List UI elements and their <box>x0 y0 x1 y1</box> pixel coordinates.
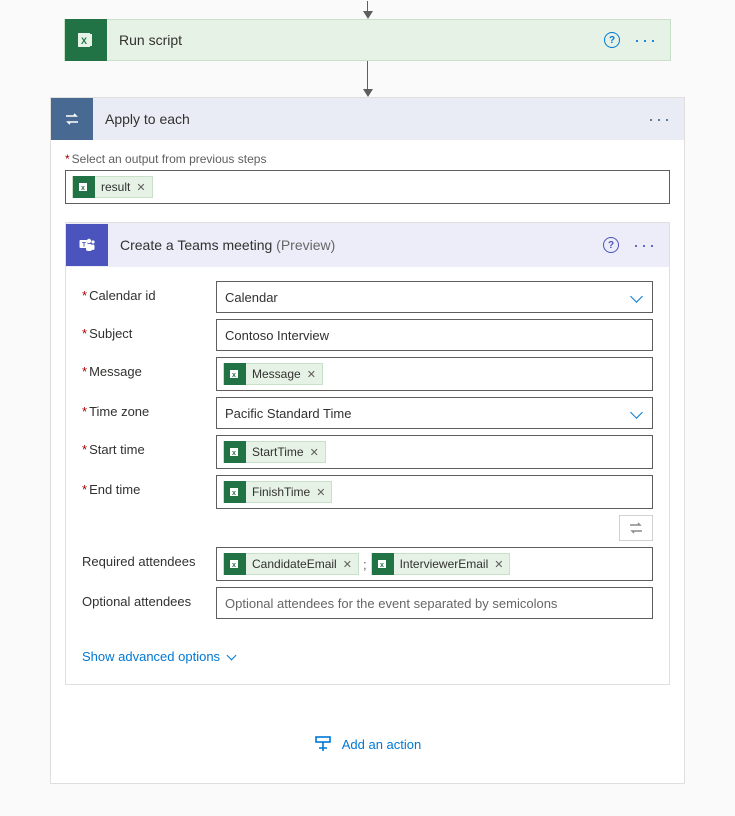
svg-text:x: x <box>232 562 236 569</box>
token-label: Message <box>252 367 301 381</box>
calendar-id-value: Calendar <box>225 290 278 305</box>
end-time-label: End time <box>89 482 140 497</box>
svg-text:X: X <box>81 36 87 46</box>
token-starttime[interactable]: x StartTime ✕ <box>223 441 326 463</box>
start-time-input[interactable]: x StartTime ✕ <box>216 435 653 469</box>
subject-label: Subject <box>89 326 132 341</box>
svg-text:x: x <box>380 562 384 569</box>
connector-arrow-mid <box>0 61 735 97</box>
token-label: FinishTime <box>252 485 310 499</box>
token-label: InterviewerEmail <box>400 557 489 571</box>
remove-token-icon[interactable]: ✕ <box>316 486 325 499</box>
subject-input[interactable] <box>216 319 653 351</box>
add-action-label: Add an action <box>342 737 422 752</box>
row-start-time: *Start time x StartTime ✕ <box>82 435 653 469</box>
excel-icon: x <box>372 553 394 575</box>
svg-text:x: x <box>81 185 85 192</box>
row-required-attendees: Required attendees x CandidateEmail ✕ ; … <box>82 547 653 581</box>
excel-icon: x <box>224 363 246 385</box>
row-message: *Message x Message ✕ <box>82 357 653 391</box>
remove-token-icon[interactable]: ✕ <box>136 181 145 194</box>
row-time-zone: *Time zone Pacific Standard Time <box>82 397 653 429</box>
token-finishtime[interactable]: x FinishTime ✕ <box>223 481 332 503</box>
teams-meeting-header[interactable]: T Create a Teams meeting (Preview) ? ··· <box>66 223 669 267</box>
run-script-card[interactable]: X Run script ? ··· <box>64 19 671 61</box>
token-candidate-email[interactable]: x CandidateEmail ✕ <box>223 553 359 575</box>
excel-icon: x <box>73 176 95 198</box>
teams-icon: T <box>66 224 108 266</box>
remove-token-icon[interactable]: ✕ <box>307 368 316 381</box>
token-label: result <box>101 180 130 194</box>
remove-token-icon[interactable]: ✕ <box>494 558 503 571</box>
apply-to-each-card: Apply to each ··· *Select an output from… <box>50 97 685 784</box>
calendar-id-select[interactable]: Calendar <box>216 281 653 313</box>
svg-text:T: T <box>82 242 86 249</box>
row-calendar-id: *Calendar id Calendar <box>82 281 653 313</box>
time-zone-select[interactable]: Pacific Standard Time <box>216 397 653 429</box>
token-message[interactable]: x Message ✕ <box>223 363 323 385</box>
row-optional-attendees: Optional attendees <box>82 587 653 619</box>
token-result[interactable]: x result ✕ <box>72 176 153 198</box>
help-icon[interactable]: ? <box>603 237 619 253</box>
row-subject: *Subject <box>82 319 653 351</box>
help-icon[interactable]: ? <box>604 32 620 48</box>
select-output-input[interactable]: x result ✕ <box>65 170 670 204</box>
message-label: Message <box>89 364 142 379</box>
token-interviewer-email[interactable]: x InterviewerEmail ✕ <box>371 553 511 575</box>
remove-token-icon[interactable]: ✕ <box>343 558 352 571</box>
excel-icon: x <box>224 481 246 503</box>
more-menu[interactable]: ··· <box>633 241 657 249</box>
time-zone-value: Pacific Standard Time <box>225 406 351 421</box>
token-separator: ; <box>363 557 367 572</box>
end-time-input[interactable]: x FinishTime ✕ <box>216 475 653 509</box>
more-menu[interactable]: ··· <box>634 36 658 44</box>
teams-meeting-card: T Create a Teams meeting (Preview) ? ···… <box>65 222 670 685</box>
select-output-label: *Select an output from previous steps <box>65 152 670 166</box>
calendar-id-label: Calendar id <box>89 288 156 303</box>
apply-to-each-header[interactable]: Apply to each ··· <box>51 98 684 140</box>
loop-icon <box>51 98 93 140</box>
svg-text:x: x <box>232 490 236 497</box>
run-script-title: Run script <box>119 32 604 48</box>
required-attendees-label: Required attendees <box>82 554 195 569</box>
excel-icon: X <box>65 19 107 61</box>
more-menu[interactable]: ··· <box>648 115 672 123</box>
apply-to-each-title: Apply to each <box>105 111 648 127</box>
chevron-down-icon <box>226 650 240 664</box>
add-action-icon <box>314 735 332 753</box>
svg-text:x: x <box>232 372 236 379</box>
start-time-label: Start time <box>89 442 145 457</box>
row-end-time: *End time x FinishTime ✕ <box>82 475 653 509</box>
remove-token-icon[interactable]: ✕ <box>310 446 319 459</box>
message-input[interactable]: x Message ✕ <box>216 357 653 391</box>
swap-button[interactable] <box>619 515 653 541</box>
token-label: CandidateEmail <box>252 557 337 571</box>
preview-tag: (Preview) <box>276 237 335 253</box>
add-action-button[interactable]: Add an action <box>65 735 670 753</box>
excel-icon: x <box>224 441 246 463</box>
optional-attendees-label: Optional attendees <box>82 594 191 609</box>
excel-icon: x <box>224 553 246 575</box>
optional-attendees-input[interactable] <box>216 587 653 619</box>
chevron-down-icon <box>630 406 644 420</box>
teams-meeting-title: Create a Teams meeting (Preview) <box>120 237 603 253</box>
token-label: StartTime <box>252 445 304 459</box>
show-advanced-options-link[interactable]: Show advanced options <box>82 649 240 664</box>
chevron-down-icon <box>630 290 644 304</box>
svg-text:x: x <box>232 450 236 457</box>
time-zone-label: Time zone <box>89 404 149 419</box>
connector-arrow-top <box>0 1 735 19</box>
required-attendees-input[interactable]: x CandidateEmail ✕ ; x InterviewerEmail … <box>216 547 653 581</box>
